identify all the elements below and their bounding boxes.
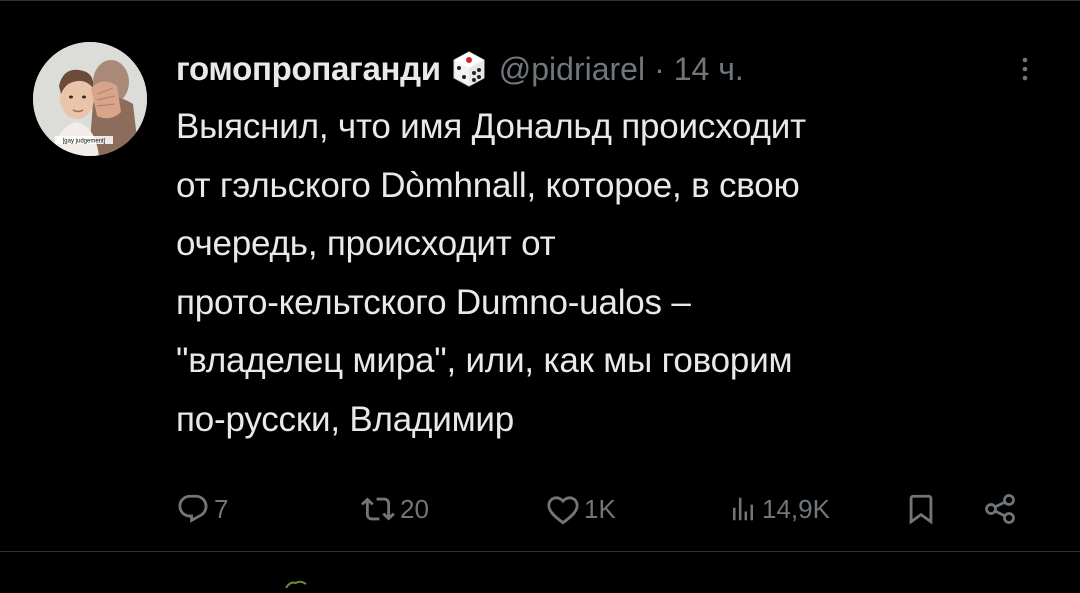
tweet-content: гомопропаганди @pidriarel · 14 ч. Выясни… — [176, 42, 1046, 449]
reply-button[interactable]: 7 — [176, 487, 228, 531]
bookmark-button[interactable] — [904, 487, 938, 531]
tweet[interactable]: [gay judgement] гомопропаганди @pidriare… — [0, 0, 1080, 550]
tweet-text: Выяснил, что имя Дональд происходит от г… — [176, 107, 806, 439]
dice-icon — [449, 49, 489, 89]
tweet-actions: 7 20 1K 14,9K — [176, 487, 1026, 531]
next-tweet-peek — [280, 575, 320, 589]
heart-icon — [546, 492, 580, 526]
avatar-image: [gay judgement] — [33, 42, 147, 156]
tweet-header: гомопропаганди @pidriarel · 14 ч. — [176, 42, 1046, 96]
views-count: 14,9K — [762, 493, 830, 524]
author-handle[interactable]: @pidriarel — [499, 51, 645, 88]
header-separator: · — [654, 50, 665, 87]
views-chart-icon — [728, 492, 758, 526]
bottom-divider — [0, 551, 1080, 552]
share-icon — [982, 491, 1018, 527]
retweet-count: 20 — [400, 493, 429, 524]
retweet-icon — [360, 492, 396, 526]
avatar-caption: [gay judgement] — [63, 139, 106, 145]
more-options-icon[interactable] — [1010, 54, 1040, 84]
views-button[interactable]: 14,9K — [728, 487, 830, 531]
reply-count: 7 — [214, 493, 229, 524]
retweet-button[interactable]: 20 — [360, 487, 429, 531]
like-button[interactable]: 1K — [546, 487, 616, 531]
author-display-name[interactable]: гомопропаганди — [176, 50, 441, 88]
like-count: 1K — [584, 493, 616, 524]
share-button[interactable] — [982, 487, 1018, 531]
bookmark-icon — [904, 492, 938, 526]
reply-icon — [176, 492, 210, 526]
avatar[interactable]: [gay judgement] — [33, 42, 147, 156]
tweet-timestamp[interactable]: 14 ч. — [674, 51, 744, 88]
